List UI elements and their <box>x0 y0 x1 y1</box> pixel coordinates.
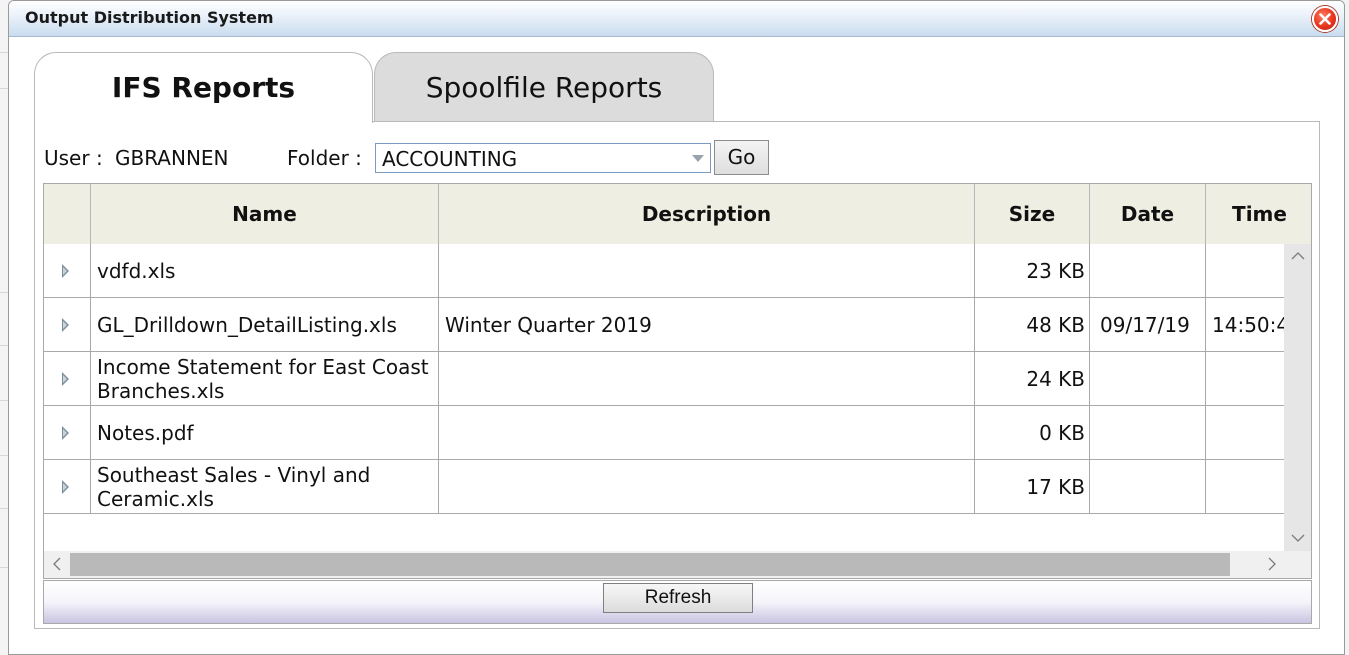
cell-time <box>1206 244 1284 298</box>
tab-spoolfile-reports-label: Spoolfile Reports <box>425 71 663 104</box>
scroll-up-icon[interactable] <box>1291 251 1305 260</box>
expand-arrow-icon[interactable] <box>62 480 69 494</box>
cell-size: 23 KB <box>975 244 1090 298</box>
dialog-title: Output Distribution System <box>25 8 274 27</box>
cell-name-text: Southeast Sales - Vinyl and Ceramic.xls <box>97 463 371 511</box>
cell-size-text: 48 KB <box>1026 313 1085 337</box>
vertical-scrollbar[interactable] <box>1284 244 1311 552</box>
cell-name: Income Statement for East Coast Branches… <box>91 352 439 406</box>
tab-ifs-reports[interactable]: IFS Reports <box>34 52 373 123</box>
folder-label: Folder : <box>287 146 362 170</box>
dialog-titlebar[interactable]: Output Distribution System <box>9 1 1344 37</box>
scroll-right-icon[interactable] <box>1268 557 1277 571</box>
column-header-name[interactable]: Name <box>91 184 439 244</box>
tab-ifs-reports-label: IFS Reports <box>111 71 296 104</box>
reports-grid: Name Description Size Date Time vdfd.xls… <box>43 183 1312 579</box>
cell-description: Winter Quarter 2019 <box>439 298 975 352</box>
cell-date <box>1090 460 1206 514</box>
cell-name-text: Income Statement for East Coast Branches… <box>97 355 429 403</box>
grid-footer: Refresh <box>43 580 1312 624</box>
cell-description <box>439 406 975 460</box>
cell-description <box>439 460 975 514</box>
user-label: User : <box>44 146 103 170</box>
cell-size: 17 KB <box>975 460 1090 514</box>
cell-size-text: 17 KB <box>1026 475 1085 499</box>
row-expander[interactable] <box>44 406 91 460</box>
row-expander[interactable] <box>44 352 91 406</box>
folder-select-value: ACCOUNTING <box>382 147 518 171</box>
close-button[interactable] <box>1312 6 1338 32</box>
cell-time <box>1206 352 1284 406</box>
chevron-down-icon <box>692 155 704 162</box>
column-header-date[interactable]: Date <box>1090 184 1206 244</box>
cell-time <box>1206 406 1284 460</box>
expand-arrow-icon[interactable] <box>62 264 69 278</box>
tab-spoolfile-reports[interactable]: Spoolfile Reports <box>374 52 714 122</box>
cell-date <box>1090 406 1206 460</box>
folder-select[interactable]: ACCOUNTING <box>375 143 711 173</box>
cell-size-text: 24 KB <box>1026 367 1085 391</box>
cell-size-text: 0 KB <box>1039 421 1085 445</box>
row-expander[interactable] <box>44 460 91 514</box>
cell-description-text: Winter Quarter 2019 <box>445 313 652 337</box>
output-distribution-dialog: Output Distribution System IFS Reports S… <box>8 0 1345 655</box>
cell-date <box>1090 244 1206 298</box>
scroll-down-icon[interactable] <box>1291 534 1305 543</box>
row-expander[interactable] <box>44 298 91 352</box>
cell-name-text: GL_Drilldown_DetailListing.xls <box>97 313 397 337</box>
horizontal-scrollbar[interactable] <box>44 551 1311 578</box>
table-row[interactable]: Southeast Sales - Vinyl and Ceramic.xls … <box>44 460 1284 514</box>
cell-date-text: 09/17/19 <box>1100 313 1190 337</box>
cell-name: Notes.pdf <box>91 406 439 460</box>
scroll-left-icon[interactable] <box>52 557 61 571</box>
user-value: GBRANNEN <box>115 146 229 170</box>
cell-time <box>1206 460 1284 514</box>
cell-size-text: 23 KB <box>1026 259 1085 283</box>
table-row[interactable]: vdfd.xls 23 KB <box>44 244 1284 298</box>
cell-name-text: Notes.pdf <box>97 421 194 445</box>
cell-date <box>1090 352 1206 406</box>
table-row[interactable]: Income Statement for East Coast Branches… <box>44 352 1284 406</box>
cell-description <box>439 244 975 298</box>
cell-date: 09/17/19 <box>1090 298 1206 352</box>
table-row[interactable]: GL_Drilldown_DetailListing.xls Winter Qu… <box>44 298 1284 352</box>
ifs-reports-panel: User : GBRANNEN Folder : ACCOUNTING Go N… <box>34 121 1320 629</box>
cell-size: 0 KB <box>975 406 1090 460</box>
cell-name-text: vdfd.xls <box>97 259 176 283</box>
cell-size: 48 KB <box>975 298 1090 352</box>
table-row[interactable]: Notes.pdf 0 KB <box>44 406 1284 460</box>
cell-time-text: 14:50:4 <box>1212 313 1284 337</box>
expand-arrow-icon[interactable] <box>62 426 69 440</box>
cell-name: vdfd.xls <box>91 244 439 298</box>
cell-name: Southeast Sales - Vinyl and Ceramic.xls <box>91 460 439 514</box>
cell-description <box>439 352 975 406</box>
grid-header: Name Description Size Date Time <box>44 184 1311 244</box>
refresh-button[interactable]: Refresh <box>603 583 753 613</box>
go-button[interactable]: Go <box>714 140 769 175</box>
close-icon <box>1319 13 1331 25</box>
expand-arrow-icon[interactable] <box>62 372 69 386</box>
horizontal-scroll-thumb[interactable] <box>70 553 1230 576</box>
expander-column-header <box>44 184 91 244</box>
cell-size: 24 KB <box>975 352 1090 406</box>
expand-arrow-icon[interactable] <box>62 318 69 332</box>
cell-time: 14:50:4 <box>1206 298 1284 352</box>
column-header-time[interactable]: Time <box>1206 184 1311 244</box>
row-expander[interactable] <box>44 244 91 298</box>
cell-name: GL_Drilldown_DetailListing.xls <box>91 298 439 352</box>
column-header-size[interactable]: Size <box>975 184 1090 244</box>
column-header-description[interactable]: Description <box>439 184 975 244</box>
